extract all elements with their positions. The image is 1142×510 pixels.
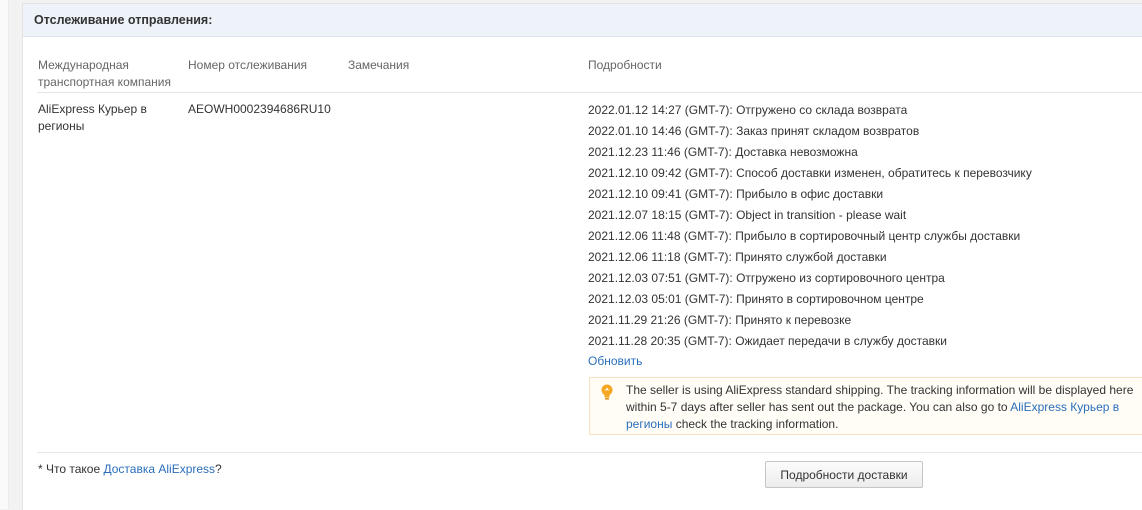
section-title: Отслеживание отправления: — [23, 4, 1142, 37]
tracking-panel: Отслеживание отправления: Международная … — [22, 3, 1142, 510]
footnote-prefix: * Что такое — [38, 462, 104, 476]
column-header-tracking-number: Номер отслеживания — [188, 58, 308, 72]
delivery-details-button[interactable]: Подробности доставки — [765, 461, 923, 488]
notice-text-end: check the tracking information. — [672, 417, 839, 431]
tracking-event: 2021.12.03 05:01 (GMT-7): Принято в сорт… — [588, 292, 924, 306]
footnote: * Что такое Доставка AliExpress? — [38, 462, 222, 476]
carrier-name: AliExpress Курьер в регионы — [38, 102, 147, 133]
refresh-link[interactable]: Обновить — [588, 354, 642, 368]
footer-divider — [37, 452, 1142, 453]
tracking-event: 2021.12.10 09:41 (GMT-7): Прибыло в офис… — [588, 187, 884, 201]
lightbulb-icon — [601, 384, 613, 400]
tracking-event: 2021.11.29 21:26 (GMT-7): Принято к пере… — [588, 313, 852, 327]
tracking-number: AEOWH0002394686RU10 — [188, 102, 331, 116]
tracking-event: 2021.12.06 11:48 (GMT-7): Прибыло в сорт… — [588, 229, 1021, 243]
tracking-event: 2021.12.23 11:46 (GMT-7): Доставка невоз… — [588, 145, 858, 159]
footnote-suffix: ? — [215, 462, 222, 476]
header-divider — [37, 92, 1142, 93]
tracking-event: 2021.11.28 20:35 (GMT-7): Ожидает переда… — [588, 334, 947, 348]
tracking-event: 2022.01.10 14:46 (GMT-7): Заказ принят с… — [588, 124, 920, 138]
column-header-remarks: Замечания — [348, 58, 410, 72]
tracking-event: 2021.12.07 18:15 (GMT-7): Object in tran… — [588, 208, 907, 222]
aliexpress-delivery-link[interactable]: Доставка AliExpress — [103, 462, 215, 476]
tracking-events-list: 2022.01.12 14:27 (GMT-7): Отгружено со с… — [588, 102, 1142, 354]
tracking-event: 2021.12.10 09:42 (GMT-7): Способ доставк… — [588, 166, 1032, 180]
column-header-carrier: Международная транспортная компания — [38, 58, 171, 89]
tracking-event: 2021.12.03 07:51 (GMT-7): Отгружено из с… — [588, 271, 945, 285]
tracking-event: 2021.12.06 11:18 (GMT-7): Принято службо… — [588, 250, 887, 264]
shipping-notice: The seller is using AliExpress standard … — [589, 377, 1142, 435]
left-edge — [0, 0, 9, 509]
column-header-details: Подробности — [588, 58, 662, 72]
tracking-event: 2022.01.12 14:27 (GMT-7): Отгружено со с… — [588, 103, 908, 117]
